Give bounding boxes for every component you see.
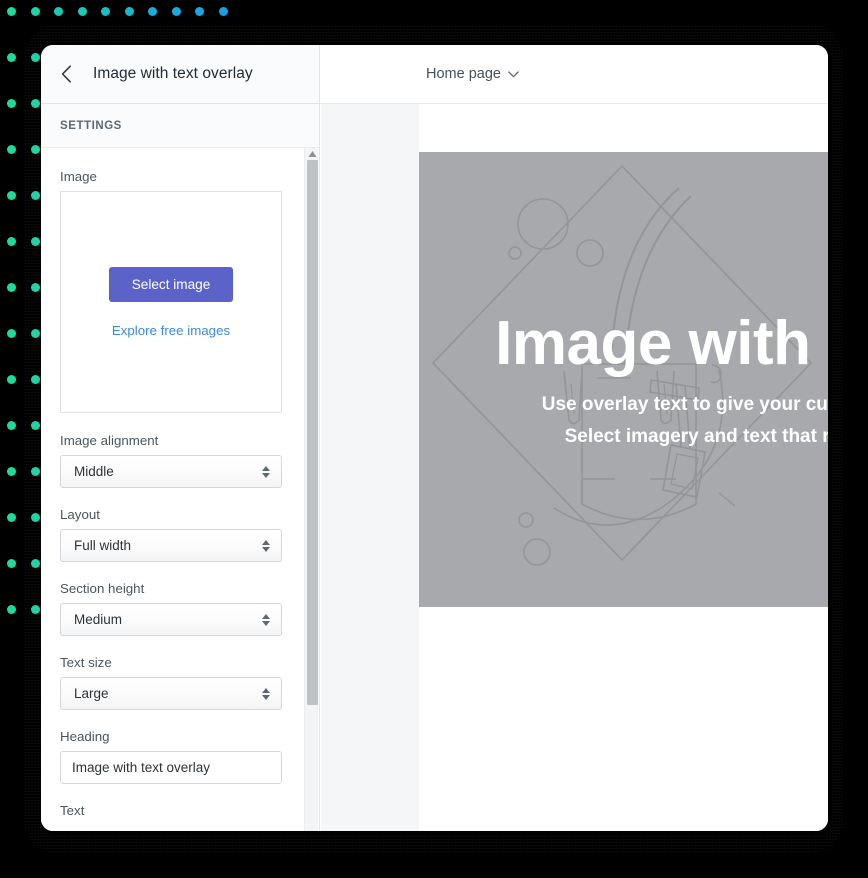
- chevron-down-icon: [508, 70, 519, 77]
- screenshot-stage: Image with text overlay Home page SETTIN…: [0, 0, 868, 878]
- decorative-dot: [171, 7, 181, 16]
- topbar-right: Home page: [320, 45, 828, 104]
- image-alignment-value: Middle: [74, 464, 114, 479]
- sidebar-scrollbar-track[interactable]: [304, 148, 318, 831]
- image-alignment-label: Image alignment: [60, 433, 159, 448]
- preview-page-canvas: Image with text overlay Use overlay text…: [419, 104, 828, 831]
- hero-text-overlay: Image with text overlay Use overlay text…: [495, 152, 828, 607]
- decorative-dot: [7, 559, 16, 568]
- decorative-dot: [218, 7, 228, 16]
- heading-label: Heading: [60, 729, 110, 744]
- decorative-dot: [7, 99, 16, 108]
- section-height-label: Section height: [60, 581, 145, 596]
- decorative-dot: [7, 283, 16, 292]
- settings-section-header: SETTINGS: [41, 104, 319, 148]
- decorative-dot: [7, 237, 16, 246]
- decorative-dot: [30, 7, 40, 16]
- decorative-dot: [7, 375, 16, 384]
- select-image-button[interactable]: Select image: [109, 266, 233, 302]
- decorative-dot: [77, 7, 87, 16]
- decorative-dot: [148, 7, 157, 16]
- field-layout: Layout Full width: [60, 507, 300, 562]
- layout-label: Layout: [60, 507, 100, 522]
- text-size-label: Text size: [60, 655, 112, 670]
- layout-select[interactable]: Full width: [60, 529, 282, 562]
- hero-section[interactable]: Image with text overlay Use overlay text…: [419, 152, 828, 607]
- chevron-left-icon: [61, 65, 71, 83]
- field-image-alignment: Image alignment Middle: [60, 433, 300, 488]
- topbar: Image with text overlay Home page: [41, 45, 828, 104]
- hero-subtitle-line-2: Select imagery and text that relates to …: [564, 426, 828, 448]
- decorative-dot: [7, 53, 16, 62]
- back-button[interactable]: [52, 60, 80, 88]
- text-field-label: Text: [60, 803, 85, 818]
- decorative-dot: [7, 467, 16, 476]
- page-title: Image with text overlay: [93, 65, 253, 82]
- decorative-dot: [7, 191, 16, 200]
- layout-value: Full width: [74, 538, 132, 553]
- section-height-value: Medium: [74, 612, 123, 627]
- decorative-dot: [7, 513, 16, 522]
- text-size-select[interactable]: Large: [60, 677, 282, 710]
- decorative-dot: [124, 7, 134, 16]
- select-stepper-icon: [262, 687, 270, 700]
- decorative-dot: [7, 7, 16, 16]
- decorative-dot: [7, 605, 16, 614]
- decorative-dot: [7, 329, 16, 338]
- page-selector-label: Home page: [426, 66, 501, 82]
- hero-subtitle-line-1: Use overlay text to give your customers …: [541, 394, 828, 416]
- decorative-dot: [7, 421, 16, 430]
- select-stepper-icon: [262, 465, 270, 478]
- preview-pane: Image with text overlay Use overlay text…: [321, 104, 828, 831]
- sidebar-scrollbar-thumb[interactable]: [307, 160, 318, 705]
- settings-sidebar: SETTINGS Image Select image Explore free…: [41, 104, 320, 831]
- topbar-left: Image with text overlay: [41, 45, 320, 104]
- select-stepper-icon: [262, 613, 270, 626]
- decorative-dot: [54, 7, 63, 16]
- field-heading: Heading: [60, 729, 300, 784]
- hero-heading: Image with text overlay: [495, 308, 828, 378]
- heading-input[interactable]: [60, 751, 282, 784]
- field-section-height: Section height Medium: [60, 581, 300, 636]
- section-height-select[interactable]: Medium: [60, 603, 282, 636]
- select-stepper-icon: [262, 539, 270, 552]
- settings-header-label: SETTINGS: [60, 119, 122, 132]
- decorative-dot: [7, 145, 16, 154]
- explore-free-images-link[interactable]: Explore free images: [112, 323, 230, 338]
- decorative-dot: [101, 7, 110, 16]
- settings-body: Image Select image Explore free images I…: [41, 148, 319, 818]
- image-alignment-select[interactable]: Middle: [60, 455, 282, 488]
- image-field-label: Image: [60, 169, 97, 184]
- field-text-size: Text size Large: [60, 655, 300, 710]
- page-selector[interactable]: Home page: [426, 66, 519, 82]
- theme-editor-window: Image with text overlay Home page SETTIN…: [41, 45, 828, 831]
- scroll-up-arrow-icon[interactable]: [308, 150, 317, 158]
- text-size-value: Large: [74, 686, 109, 701]
- image-picker[interactable]: Select image Explore free images: [60, 191, 282, 413]
- decorative-dot: [195, 7, 204, 16]
